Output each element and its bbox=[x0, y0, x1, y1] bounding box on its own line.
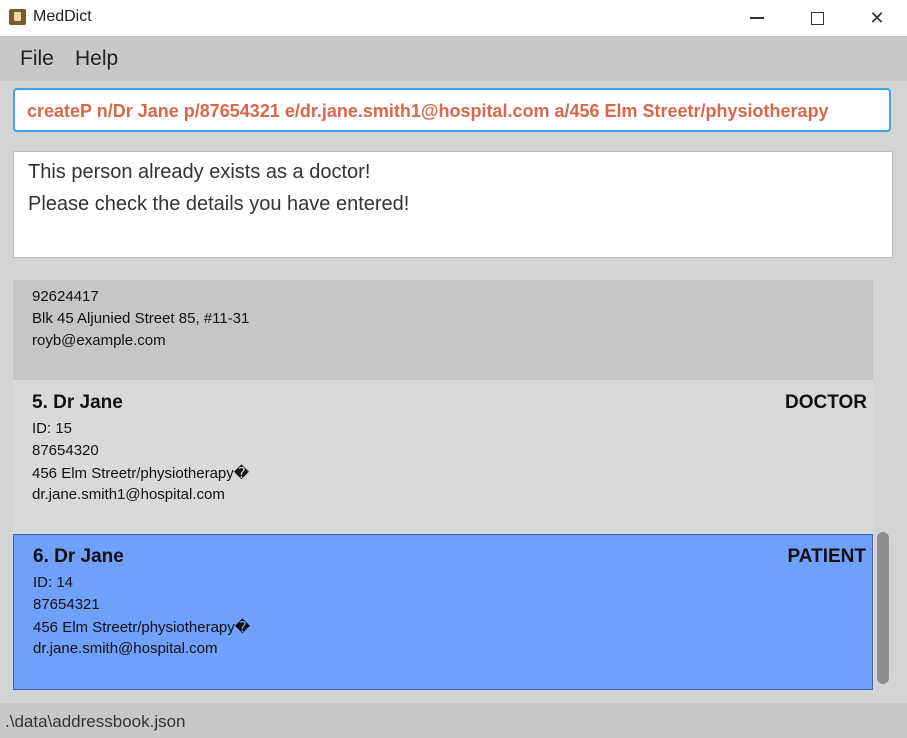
person-id: ID: 15 bbox=[32, 420, 73, 437]
person-card[interactable]: 5. Dr Jane DOCTOR ID: 15 87654320 456 El… bbox=[13, 380, 873, 534]
person-id: ID: 14 bbox=[33, 574, 74, 591]
window-title: MedDict bbox=[33, 8, 92, 25]
close-icon: ✕ bbox=[869, 7, 885, 28]
person-list[interactable]: 92624417 Blk 45 Aljunied Street 85, #11-… bbox=[13, 280, 873, 690]
minimize-button[interactable] bbox=[727, 0, 787, 36]
person-email: dr.jane.smith1@hospital.com bbox=[32, 486, 225, 503]
person-role: PATIENT bbox=[787, 546, 866, 567]
person-name: 6. Dr Jane bbox=[33, 546, 124, 567]
result-line-1: This person already exists as a doctor! bbox=[28, 161, 371, 183]
app-book-icon bbox=[9, 9, 26, 25]
person-email: royb@example.com bbox=[32, 332, 166, 349]
minimize-icon bbox=[750, 17, 764, 19]
command-input[interactable]: createP n/Dr Jane p/87654321 e/dr.jane.s… bbox=[13, 88, 891, 132]
person-email: dr.jane.smith@hospital.com bbox=[33, 640, 218, 657]
person-address: Blk 45 Aljunied Street 85, #11-31 bbox=[32, 310, 250, 327]
person-phone: 92624417 bbox=[32, 288, 99, 305]
person-card-selected[interactable]: 6. Dr Jane PATIENT ID: 14 87654321 456 E… bbox=[13, 534, 873, 690]
menu-help[interactable]: Help bbox=[75, 47, 118, 71]
status-file-path: .\data\addressbook.json bbox=[5, 712, 186, 731]
menu-file[interactable]: File bbox=[20, 47, 54, 71]
close-button[interactable]: ✕ bbox=[847, 0, 907, 36]
person-address: 456 Elm Streetr/physiotherapy� bbox=[32, 465, 250, 482]
result-display[interactable]: This person already exists as a doctor! … bbox=[13, 151, 893, 258]
person-phone: 87654320 bbox=[32, 442, 99, 459]
maximize-icon bbox=[810, 11, 824, 25]
person-role: DOCTOR bbox=[785, 392, 867, 413]
person-phone: 87654321 bbox=[33, 596, 100, 613]
menu-bar: File Help bbox=[0, 36, 907, 81]
person-address: 456 Elm Streetr/physiotherapy� bbox=[33, 619, 251, 636]
person-card[interactable]: 92624417 Blk 45 Aljunied Street 85, #11-… bbox=[13, 280, 873, 380]
title-bar: MedDict ✕ bbox=[0, 0, 907, 36]
status-bar: .\data\addressbook.json bbox=[0, 703, 907, 738]
person-name: 5. Dr Jane bbox=[32, 392, 123, 413]
command-text[interactable]: createP n/Dr Jane p/87654321 e/dr.jane.s… bbox=[27, 101, 829, 122]
maximize-button[interactable] bbox=[787, 0, 847, 36]
result-line-2: Please check the details you have entere… bbox=[28, 193, 410, 215]
scrollbar-thumb[interactable] bbox=[877, 532, 889, 684]
